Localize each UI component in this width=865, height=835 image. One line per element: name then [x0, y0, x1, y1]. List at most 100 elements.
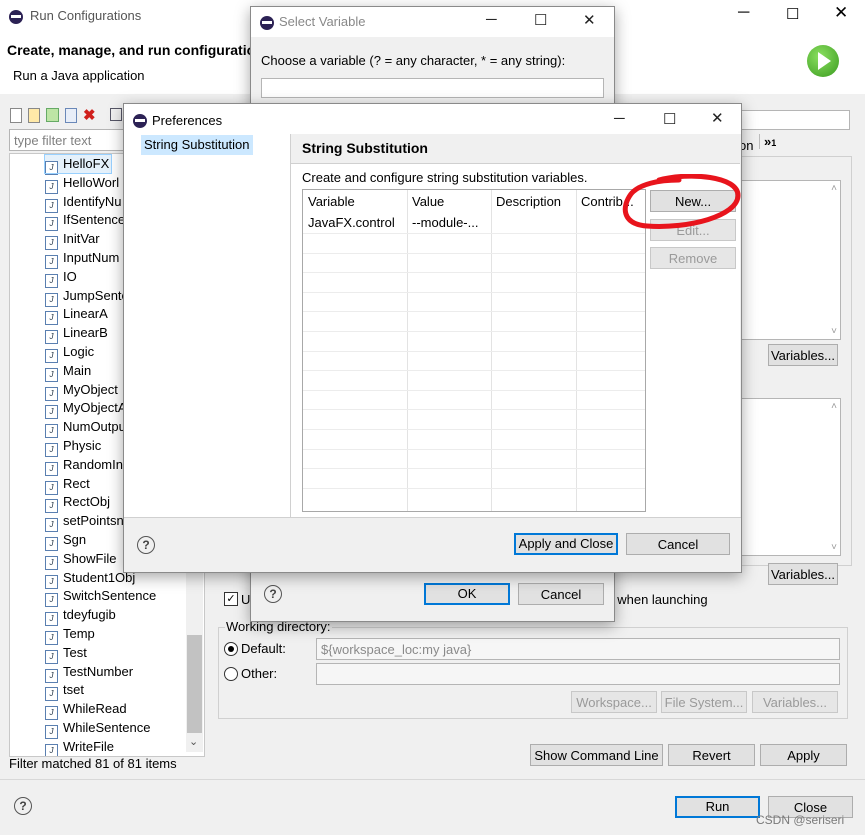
minimize-icon[interactable]: ─	[486, 11, 497, 28]
variables-button-2[interactable]: Variables...	[768, 563, 838, 585]
preferences-title: Preferences	[152, 113, 223, 128]
delete-icon[interactable]: ✖	[83, 106, 96, 124]
tree-item[interactable]: J Physic	[45, 437, 101, 457]
other-dir-field[interactable]	[316, 663, 840, 685]
row-divider	[303, 272, 645, 274]
tree-item[interactable]: J IfSentence	[45, 211, 125, 232]
checkbox-label-suffix: t when launching	[610, 592, 708, 607]
variables-table[interactable]: Variable Value Description Contrib... JavaFX…	[302, 189, 646, 512]
tree-item[interactable]: J ShowFile	[45, 550, 116, 570]
tree-item[interactable]: J RandomIn	[45, 456, 123, 476]
tree-item[interactable]: J IO	[45, 268, 77, 288]
maximize-icon[interactable]: ☐	[786, 5, 799, 23]
config-name-field[interactable]	[735, 110, 850, 130]
column-header[interactable]: Description	[496, 194, 573, 209]
tree-item[interactable]: J Main	[45, 362, 91, 382]
collapse-all-icon[interactable]	[110, 108, 122, 121]
tree-item[interactable]: J LinearB	[45, 324, 108, 345]
scroll-down-arrow-icon[interactable]: ⌄	[189, 735, 198, 748]
close-icon[interactable]: ✕	[834, 3, 848, 23]
maximize-icon[interactable]: ☐	[534, 11, 547, 29]
tab-overflow[interactable]: »1	[759, 134, 776, 149]
apply-button[interactable]: Apply	[760, 744, 847, 766]
apply-and-close-button[interactable]: Apply and Close	[514, 533, 618, 555]
tree-item[interactable]: J Test	[45, 644, 87, 664]
tree-scroll-thumb[interactable]	[187, 635, 202, 733]
tree-item[interactable]: J WhileRead	[45, 700, 127, 721]
tree-item[interactable]: Jtset	[45, 681, 84, 702]
tree-item-label: HelloWorl	[63, 174, 120, 190]
tree-item[interactable]: J IdentifyNu	[45, 193, 122, 213]
checkbox-label-prefix: U	[241, 592, 251, 607]
tree-item[interactable]: J WhileSentence	[45, 719, 150, 739]
show-command-line-button[interactable]: Show Command Line	[530, 744, 663, 766]
revert-button[interactable]: Revert	[668, 744, 755, 766]
remove-button[interactable]: Remove	[650, 247, 736, 269]
export-icon[interactable]	[46, 108, 59, 122]
row-divider	[303, 409, 645, 411]
tree-item-label: Rect	[63, 475, 90, 491]
minimize-icon[interactable]: ─	[614, 110, 625, 127]
variable-search-input[interactable]	[261, 78, 604, 98]
tree-item[interactable]: J RectObj	[45, 493, 110, 514]
column-header[interactable]: Variable	[308, 194, 404, 209]
help-icon[interactable]: ?	[137, 536, 155, 554]
tree-item[interactable]: J InitVar	[45, 230, 100, 251]
tree-item[interactable]: Jtdeyfugib	[45, 606, 116, 627]
row-divider	[303, 448, 645, 450]
tree-item-label: MyObjectA	[63, 400, 127, 416]
cancel-button[interactable]: Cancel	[626, 533, 730, 555]
eclipse-icon	[260, 16, 274, 30]
workspace-button[interactable]: Workspace...	[571, 691, 657, 713]
cancel-button[interactable]: Cancel	[518, 583, 604, 605]
tree-item-label: HelloFX	[63, 156, 110, 171]
tree-item[interactable]: J HelloWorl	[45, 174, 120, 194]
tree-item[interactable]: J SwitchSentence	[45, 587, 156, 608]
table-cell[interactable]: --module-...	[412, 215, 488, 230]
run-button[interactable]: Run	[675, 796, 760, 818]
help-icon[interactable]: ?	[14, 797, 32, 815]
watermark: CSDN @seriseri	[756, 813, 845, 827]
tree-item[interactable]: J Logic	[45, 343, 94, 363]
new-prototype-icon[interactable]	[28, 108, 40, 123]
launch-config-toolbar: ✖	[8, 107, 130, 125]
nav-item-string-substitution[interactable]: String Substitution	[141, 135, 253, 155]
close-icon[interactable]: ✕	[583, 11, 596, 29]
tree-item[interactable]: J MyObjectA	[45, 399, 127, 420]
help-icon[interactable]: ?	[264, 585, 282, 603]
use-argfile-checkbox[interactable]: ✓	[224, 592, 238, 606]
tree-item[interactable]: J InputNum	[45, 249, 119, 269]
variables-button-1[interactable]: Variables...	[768, 344, 838, 366]
tree-item[interactable]: J LinearA	[45, 305, 108, 326]
tree-item[interactable]: J Sgn	[45, 531, 86, 551]
other-label: Other:	[241, 666, 278, 681]
duplicate-icon[interactable]	[65, 108, 77, 123]
tree-item[interactable]: J JumpSente	[45, 287, 129, 307]
close-icon[interactable]: ✕	[711, 109, 724, 127]
ok-button[interactable]: OK	[424, 583, 510, 605]
preferences-dialog: Preferences ─ ☐ ✕ String Substitution St…	[123, 103, 742, 573]
tree-item[interactable]: J Temp	[45, 625, 95, 645]
minimize-icon[interactable]: ─	[738, 4, 749, 22]
file-system-button[interactable]: File System...	[661, 691, 747, 713]
row-divider	[303, 389, 645, 391]
default-radio[interactable]	[224, 642, 238, 656]
tree-item[interactable]: J Rect	[45, 475, 90, 495]
new-config-icon[interactable]	[10, 108, 22, 123]
tree-item[interactable]: J MyObject	[45, 381, 118, 401]
vm-args-text[interactable]: ˄ ˅	[735, 398, 841, 556]
tree-item[interactable]: J WriteFile	[45, 738, 114, 756]
table-cell[interactable]: JavaFX.control	[308, 215, 404, 230]
tree-item[interactable]: J HelloFX	[43, 154, 113, 175]
column-header[interactable]: Value	[412, 194, 488, 209]
page-header: String Substitution	[291, 134, 740, 160]
tree-item[interactable]: JsetPointsn	[45, 512, 124, 533]
maximize-icon[interactable]: ☐	[663, 110, 676, 128]
program-args-text[interactable]: ˄ ˅	[735, 180, 841, 340]
tree-item[interactable]: J Student1Obj	[45, 569, 135, 589]
tree-item[interactable]: J TestNumber	[45, 663, 133, 683]
variables-button-3[interactable]: Variables...	[752, 691, 838, 713]
tree-item[interactable]: J NumOutpu	[45, 418, 126, 439]
default-label: Default:	[241, 641, 286, 656]
other-radio[interactable]	[224, 667, 238, 681]
